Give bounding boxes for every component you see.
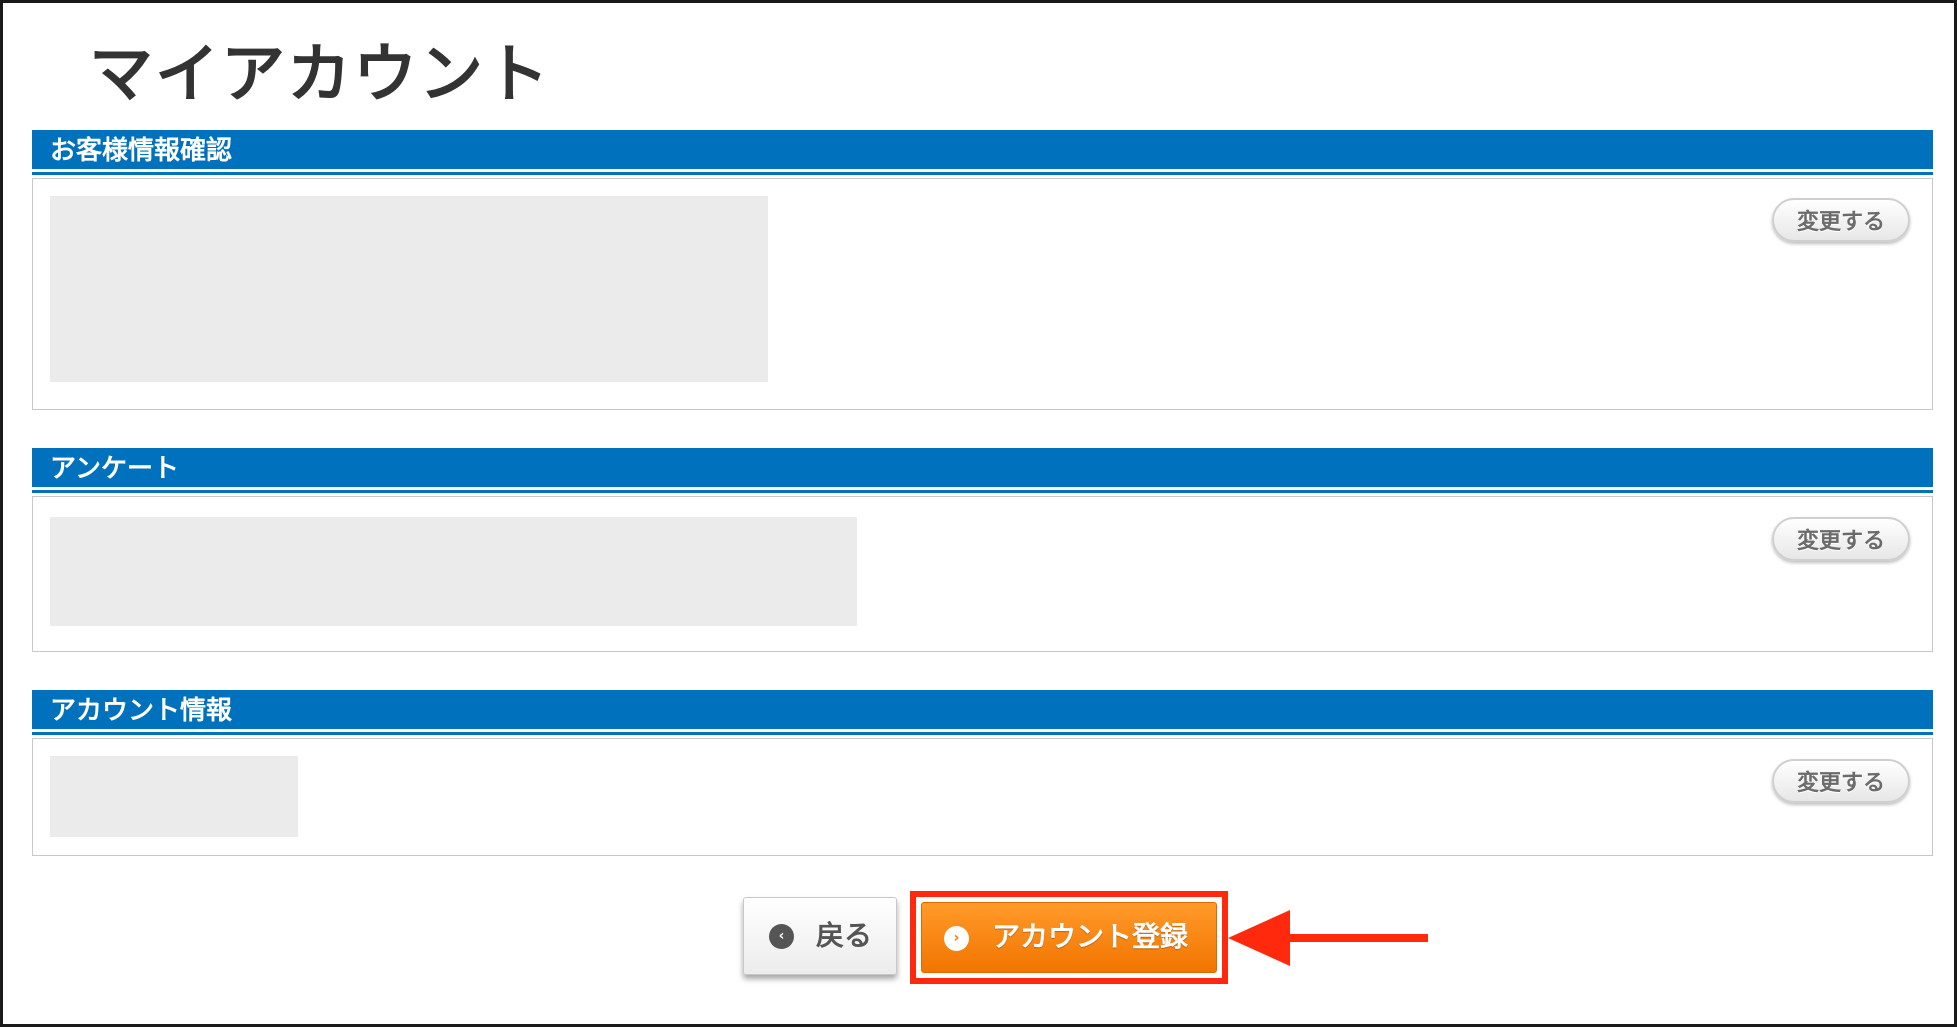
section-title: アカウント情報	[50, 696, 233, 726]
page-title: マイアカウント	[89, 38, 551, 112]
section-title: アンケート	[50, 454, 179, 484]
section-body-customer-info: 変更する	[32, 178, 1933, 410]
change-account-info-button[interactable]: 変更する	[1772, 759, 1910, 803]
section-header-account-info: アカウント情報	[32, 690, 1933, 732]
red-arrow-left-icon	[1228, 910, 1428, 966]
back-button-label: 戻る	[816, 919, 873, 952]
register-button-label: アカウント登録	[992, 920, 1189, 953]
chevron-right-circle-icon: ›	[944, 926, 969, 951]
chevron-left-circle-icon: ‹	[769, 924, 794, 949]
register-account-button[interactable]: › アカウント登録	[921, 902, 1217, 973]
section-body-account-info: 変更する	[32, 738, 1933, 856]
section-title: お客様情報確認	[50, 136, 233, 166]
section-header-survey: アンケート	[32, 448, 1933, 490]
page-frame: マイアカウント お客様情報確認 変更する アンケート 変更する アカウント情報 …	[0, 0, 1957, 1027]
back-button[interactable]: ‹ 戻る	[743, 897, 897, 975]
change-survey-button[interactable]: 変更する	[1772, 517, 1910, 561]
redacted-content	[50, 756, 298, 837]
change-customer-info-button[interactable]: 変更する	[1772, 198, 1910, 242]
section-body-survey: 変更する	[32, 496, 1933, 652]
section-header-customer-info: お客様情報確認	[32, 130, 1933, 172]
redacted-content	[50, 517, 857, 626]
redacted-content	[50, 196, 768, 382]
